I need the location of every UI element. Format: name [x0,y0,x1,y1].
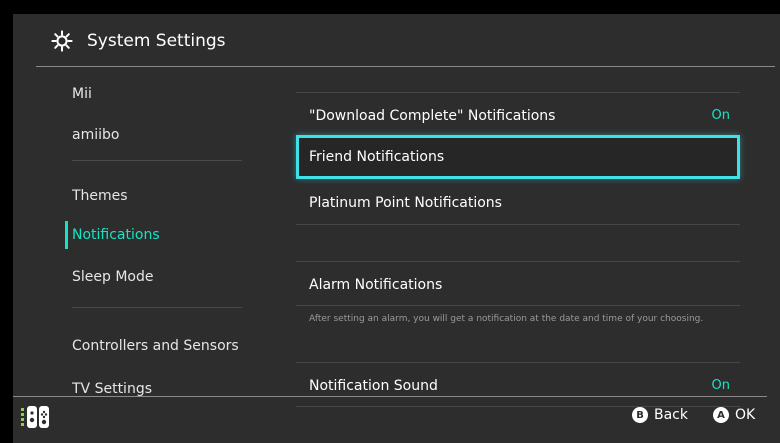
row-label: Friend Notifications [309,149,445,165]
sidebar-item-label: amiibo [72,127,120,143]
sidebar-item-notifications[interactable]: Notifications [60,215,250,255]
alarm-notifications-row[interactable]: Alarm Notifications [296,263,740,307]
screen: System Settings Mii amiibo Themes Notifi… [0,0,780,443]
sidebar-divider [72,307,242,308]
sidebar-item-label: Themes [72,188,128,204]
notification-sound-row[interactable]: Notification Sound On [296,364,740,408]
row-divider [296,224,740,225]
gear-icon [51,30,73,52]
alarm-notifications-description: After setting an alarm, you will get a n… [309,314,704,324]
row-label: "Download Complete" Notifications [309,108,556,124]
b-button-icon: B [632,407,648,423]
row-divider [296,362,740,363]
active-indicator [65,221,68,249]
row-divider [296,261,740,262]
sidebar-divider [72,160,242,161]
sidebar-item-label: Notifications [72,227,160,243]
sidebar-item-label: Sleep Mode [72,269,154,285]
back-button[interactable]: B Back [632,405,688,425]
row-label: Platinum Point Notifications [309,195,502,211]
sidebar-item-tv-settings[interactable]: TV Settings [60,369,250,409]
setting-value: On [711,378,730,393]
header-divider [36,66,775,67]
header: System Settings [13,14,780,66]
row-divider [296,92,740,93]
platinum-point-notifications-row[interactable]: Platinum Point Notifications [296,181,740,225]
ok-button[interactable]: A OK [713,405,755,425]
row-label: Alarm Notifications [309,277,443,293]
sidebar-item-themes[interactable]: Themes [60,176,250,216]
row-divider [296,305,740,306]
system-settings-panel: System Settings Mii amiibo Themes Notifi… [13,14,780,443]
sidebar-item-mii[interactable]: Mii [60,74,250,114]
footer-divider [13,396,767,397]
setting-value: On [711,108,730,123]
a-button-icon: A [713,407,729,423]
joy-con-icon [21,406,49,428]
sidebar-item-amiibo[interactable]: amiibo [60,115,250,155]
sidebar-item-sleep-mode[interactable]: Sleep Mode [60,257,250,297]
back-label: Back [654,407,688,423]
sidebar-item-controllers-and-sensors[interactable]: Controllers and Sensors [60,326,250,366]
sidebar-item-label: Controllers and Sensors [72,338,239,354]
download-complete-notifications-row[interactable]: "Download Complete" Notifications On [296,94,740,138]
friend-notifications-row[interactable]: Friend Notifications [296,135,740,179]
row-label: Notification Sound [309,378,438,394]
page-title: System Settings [87,31,226,51]
sidebar-item-label: Mii [72,86,92,102]
ok-label: OK [735,407,756,423]
